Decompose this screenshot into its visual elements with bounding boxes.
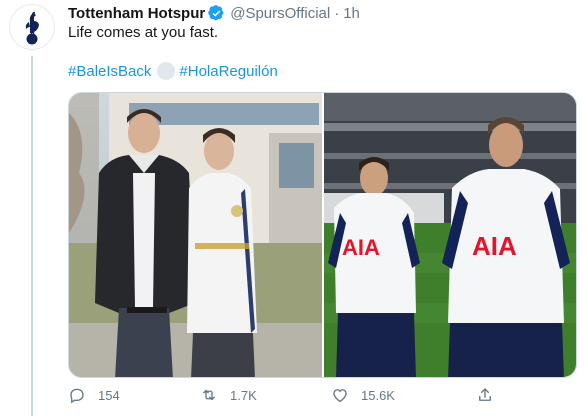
tweet[interactable]: Tottenham Hotspur @SpursOfficial · 1h Li… [0,0,587,416]
hashtag-baleisback[interactable]: #BaleIsBack [68,63,151,80]
tweet-text: Life comes at you fast. [68,24,219,41]
sponsor-text-right: AIA [472,231,517,261]
emoji-icon [157,62,176,80]
photo-right[interactable]: AIA AIA [324,93,576,377]
tweet-actions: 154 1.7K 15.6K [68,386,498,408]
sponsor-text-left: AIA [342,235,380,260]
hashtag-line: #BaleIsBack #HolaReguilón [68,62,278,80]
avatar[interactable] [9,4,55,50]
retweet-icon [203,389,215,401]
display-name[interactable]: Tottenham Hotspur [68,5,205,22]
share-icon [479,388,491,401]
retweet-count: 1.7K [230,387,257,403]
handle[interactable]: @SpursOfficial [230,5,330,22]
hashtag-holareguilon[interactable]: #HolaReguilón [179,63,277,80]
spurs-cockerel-icon [25,11,39,45]
separator: · [334,4,340,22]
photo-left[interactable] [69,93,322,377]
retweet-button[interactable]: 1.7K [200,386,257,404]
reply-icon [70,388,84,404]
like-button[interactable]: 15.6K [331,386,395,404]
reply-count: 154 [98,387,120,403]
like-count: 15.6K [361,387,395,403]
timestamp[interactable]: 1h [343,5,360,22]
heart-icon [333,389,347,403]
thread-line [31,56,33,416]
verified-badge-icon [208,4,225,22]
tweet-header: Tottenham Hotspur @SpursOfficial · 1h [68,3,360,23]
share-button[interactable] [476,386,494,404]
tweet-media[interactable]: AIA AIA [68,92,577,378]
reply-button[interactable]: 154 [68,386,120,404]
